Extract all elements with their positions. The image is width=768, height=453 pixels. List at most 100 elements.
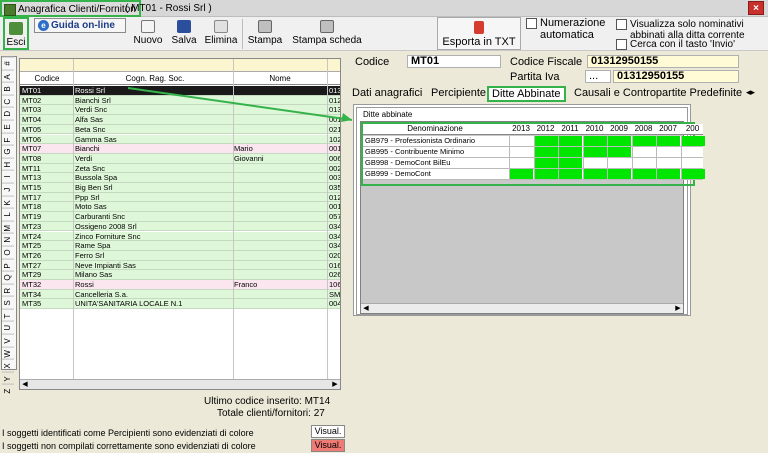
year-cell[interactable] <box>656 136 680 146</box>
ditta-row[interactable]: GB979 - Professionista Ordinario <box>363 136 705 147</box>
checkbox-box[interactable] <box>526 17 537 29</box>
alpha-index-item[interactable]: O <box>2 245 14 259</box>
table-row[interactable]: MT01 Rossi Srl 013 <box>20 86 340 96</box>
alpha-index-item[interactable]: U <box>2 321 14 335</box>
table-row[interactable]: MT18 Moto Sas 001 <box>20 202 340 213</box>
table-row[interactable]: MT03 Verdi Snc 013 <box>20 105 340 116</box>
alpha-index-item[interactable]: Y <box>2 371 14 385</box>
stampa-button[interactable]: Stampa <box>244 17 286 50</box>
alpha-index-item[interactable]: R <box>2 283 14 297</box>
year-cell[interactable] <box>558 147 582 157</box>
year-cell[interactable] <box>631 169 656 179</box>
alpha-index-item[interactable]: V <box>2 334 14 347</box>
year-cell[interactable] <box>607 136 631 146</box>
table-row[interactable]: MT11 Zeta Snc 002 <box>20 163 340 174</box>
alpha-index-item[interactable]: M <box>2 220 14 234</box>
partita-iva-field[interactable]: 01312950155 <box>613 70 739 83</box>
table-row[interactable]: MT27 Neve Impianti Sas 016 <box>20 260 340 271</box>
col-year[interactable]: 2008 <box>632 124 656 133</box>
year-cell[interactable] <box>631 158 656 168</box>
table-row[interactable]: MT04 Alfa Sas 001 <box>20 115 340 125</box>
tab-dati-anagrafici[interactable]: Dati anagrafici <box>352 87 422 103</box>
year-cell[interactable] <box>509 136 533 146</box>
alpha-index-item[interactable]: I <box>2 170 14 183</box>
ditta-row[interactable]: GB995 - Contribuente Minimo <box>363 147 703 158</box>
year-cell[interactable] <box>533 147 558 157</box>
year-cell[interactable] <box>558 169 582 179</box>
col-year[interactable]: 2011 <box>558 124 582 133</box>
alpha-index-item[interactable]: Q <box>2 271 14 284</box>
visualizza-abbinati-checkbox[interactable]: Visualizza solo nominativi abbinati alla… <box>616 19 745 41</box>
col-year[interactable]: 2007 <box>656 124 680 133</box>
stampa-scheda-button[interactable]: Stampa scheda <box>288 17 366 50</box>
table-row[interactable]: MT05 Beta Snc 021 <box>20 124 340 135</box>
ditta-row[interactable]: GB999 - DemoCont <box>363 169 705 180</box>
table-row[interactable]: MT35 UNITA'SANITARIA LOCALE N.1 004 <box>20 299 340 310</box>
table-row[interactable]: MT13 Bussola Spa 003 <box>20 173 340 183</box>
year-cell[interactable] <box>558 136 582 146</box>
col-codice[interactable]: Codice <box>22 74 72 83</box>
year-cell[interactable] <box>680 136 705 146</box>
guida-online-button[interactable]: e Guida on-line <box>34 18 126 33</box>
close-button[interactable]: × <box>748 1 764 15</box>
year-cell[interactable] <box>656 169 680 179</box>
year-cell[interactable] <box>607 158 631 168</box>
alpha-index-item[interactable]: D <box>2 107 14 120</box>
scroll-left-icon[interactable]: ◀ <box>361 304 371 313</box>
col-nome[interactable]: Nome <box>234 74 326 83</box>
year-cell[interactable] <box>680 169 705 179</box>
table-row[interactable]: MT06 Gamma Sas 102 <box>20 134 340 145</box>
table-row[interactable]: MT23 Ossigeno 2008 Srl 034 <box>20 221 340 232</box>
alpha-index-item[interactable]: T <box>2 308 14 322</box>
alpha-index-item[interactable]: E <box>2 119 14 133</box>
alpha-index-item[interactable]: N <box>2 233 14 246</box>
tab-ditte-abbinate[interactable]: Ditte Abbinate <box>487 86 566 102</box>
alpha-index-item[interactable]: B <box>2 82 14 95</box>
year-cell[interactable] <box>607 147 631 157</box>
scroll-right-icon[interactable]: ▶ <box>673 304 683 313</box>
alpha-index-item[interactable]: A <box>2 69 14 83</box>
elimina-button[interactable]: Elimina <box>201 17 241 50</box>
alpha-index-item[interactable]: S <box>2 296 14 309</box>
partita-iva-lookup-button[interactable]: ... <box>585 70 611 83</box>
visual-non-compilati-button[interactable]: Visual. <box>311 439 345 452</box>
year-cell[interactable] <box>631 147 656 157</box>
year-cell[interactable] <box>607 169 631 179</box>
year-cell[interactable] <box>509 158 533 168</box>
table-row[interactable]: MT29 Milano Sas 026 <box>20 270 340 280</box>
alpha-index-item[interactable]: Z <box>2 384 14 398</box>
visual-percipienti-button[interactable]: Visual. <box>311 425 345 438</box>
year-cell[interactable] <box>558 158 582 168</box>
esporta-txt-button[interactable]: Esporta in TXT <box>437 17 521 50</box>
col-ragione-sociale[interactable]: Cogn. Rag. Soc. <box>75 74 235 83</box>
year-cell[interactable] <box>582 158 607 168</box>
alpha-index-item[interactable]: J <box>2 182 14 196</box>
alpha-index-item[interactable]: C <box>2 94 14 108</box>
alpha-index-item[interactable]: W <box>2 346 14 360</box>
table-row[interactable]: MT26 Ferro Srl 020 <box>20 250 340 261</box>
cerca-invio-checkbox[interactable]: Cerca con il tasto 'Invio' <box>616 39 735 50</box>
table-filter-row[interactable] <box>20 59 340 72</box>
table-row[interactable]: MT02 Bianchi Srl 012 <box>20 95 340 106</box>
tabs-scroll-icon[interactable]: ◂▸ <box>746 87 755 98</box>
col-year[interactable]: 200 <box>681 124 705 133</box>
year-cell[interactable] <box>533 158 558 168</box>
year-cell[interactable] <box>631 136 656 146</box>
tab-causali-contropartite[interactable]: Causali e Contropartite Predefinite <box>574 87 742 103</box>
year-cell[interactable] <box>582 136 607 146</box>
table-row[interactable]: MT07 Bianchi Mario 001 <box>20 144 340 154</box>
year-cell[interactable] <box>582 169 607 179</box>
year-cell[interactable] <box>533 169 558 179</box>
alpha-index-item[interactable]: # <box>2 57 14 70</box>
alpha-index-item[interactable]: P <box>2 258 14 272</box>
scroll-left-icon[interactable]: ◀ <box>20 380 30 389</box>
alpha-index-item[interactable]: F <box>2 132 14 146</box>
checkbox-box[interactable] <box>616 39 627 50</box>
alpha-index-item[interactable]: L <box>2 208 14 221</box>
col-year[interactable]: 2010 <box>583 124 607 133</box>
year-cell[interactable] <box>656 147 680 157</box>
table-row[interactable]: MT15 Big Ben Srl 035 <box>20 183 340 193</box>
checkbox-box[interactable] <box>616 19 627 30</box>
ditta-row[interactable]: GB998 - DemoCont BilEu <box>363 158 703 169</box>
salva-button[interactable]: Salva <box>168 17 200 50</box>
